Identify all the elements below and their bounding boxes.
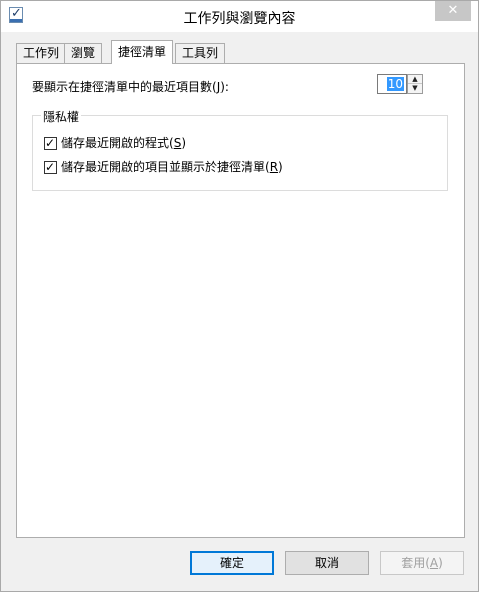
privacy-group-legend: 隱私權 xyxy=(41,108,82,125)
tab-navigation[interactable]: 瀏覽 xyxy=(64,43,103,63)
recent-items-count-input[interactable]: 10 xyxy=(377,74,407,94)
spin-down-arrow-icon[interactable]: ▼ xyxy=(408,84,422,93)
cancel-button[interactable]: 取消 xyxy=(285,551,369,575)
store-recent-programs-checkbox[interactable]: ✓ xyxy=(44,136,57,150)
jump-lists-panel: 要顯示在捷徑清單中的最近項目數(J): 10 ▲ ▼ 隱私權 ✓ 儲存最近開啟的程… xyxy=(16,63,465,538)
apply-button[interactable]: 套用(A) xyxy=(380,551,464,575)
privacy-group: 隱私權 ✓ 儲存最近開啟的程式(S) ✓ 儲存最近開啟的項目並顯示於捷徑清單(R) xyxy=(32,108,448,191)
store-recent-programs-option[interactable]: ✓ 儲存最近開啟的程式(S) xyxy=(44,136,186,152)
title-bar[interactable]: ✓ 工作列與瀏覽內容 ✕ xyxy=(1,1,478,32)
tab-toolbars[interactable]: 工具列 xyxy=(175,43,226,63)
close-icon: ✕ xyxy=(447,3,459,18)
recent-items-spinner[interactable]: ▲ ▼ xyxy=(407,74,423,94)
recent-items-count-label: 要顯示在捷徑清單中的最近項目數(J): xyxy=(32,80,229,94)
spin-up-arrow-icon[interactable]: ▲ xyxy=(408,75,422,84)
ok-button[interactable]: 確定 xyxy=(190,551,274,575)
close-button[interactable]: ✕ xyxy=(435,1,471,21)
dialog-window: ✓ 工作列與瀏覽內容 ✕ 工作列 瀏覽 捷徑清單 工具列 要顯示在捷徑清單中的最… xyxy=(0,0,479,592)
store-recent-programs-label: 儲存最近開啟的程式(S) xyxy=(61,136,186,150)
recent-items-count-value: 10 xyxy=(386,77,404,91)
checkmark-icon: ✓ xyxy=(45,160,56,174)
tab-taskbar[interactable]: 工作列 xyxy=(16,43,67,63)
store-recent-items-checkbox[interactable]: ✓ xyxy=(44,160,57,174)
store-recent-items-option[interactable]: ✓ 儲存最近開啟的項目並顯示於捷徑清單(R) xyxy=(44,160,283,176)
tab-jump-lists[interactable]: 捷徑清單 xyxy=(111,40,174,64)
checkmark-icon: ✓ xyxy=(45,136,56,150)
window-title: 工作列與瀏覽內容 xyxy=(183,11,296,27)
store-recent-items-label: 儲存最近開啟的項目並顯示於捷徑清單(R) xyxy=(61,160,283,174)
